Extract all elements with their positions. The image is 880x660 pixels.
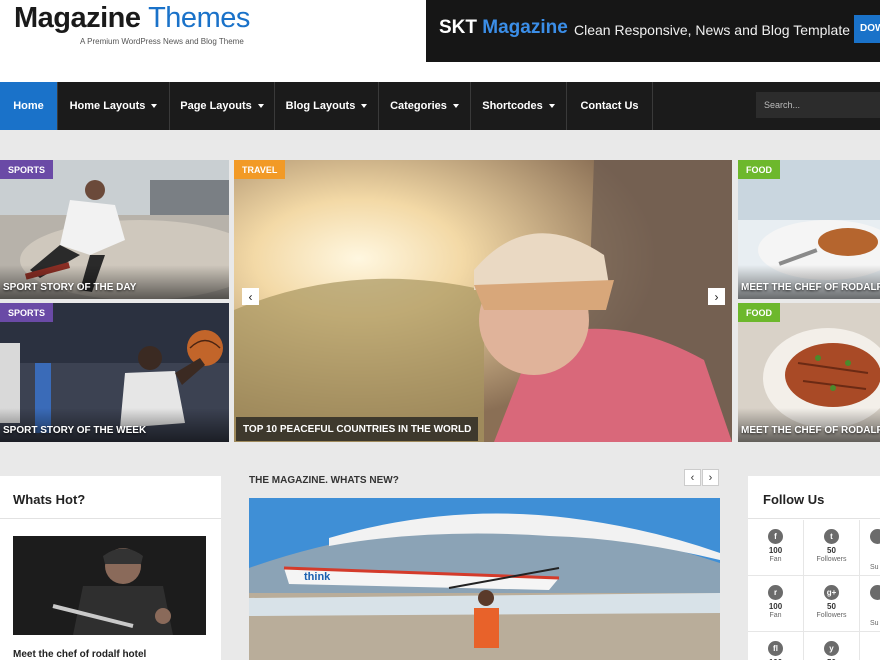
- chevron-left-icon: ‹: [248, 289, 253, 304]
- google-plus-icon: g+: [824, 585, 839, 600]
- nav-item-shortcodes[interactable]: Shortcodes: [471, 82, 567, 130]
- slider-next-button[interactable]: ›: [708, 288, 725, 305]
- social-count: 50: [827, 602, 836, 611]
- tile-caption[interactable]: MEET THE CHEF OF RODALFO: [741, 425, 880, 436]
- social-label: Followers: [816, 556, 847, 563]
- nav-item-home-layouts[interactable]: Home Layouts: [58, 82, 170, 130]
- social-label: Followers: [816, 612, 847, 619]
- whats-hot-caption[interactable]: Meet the chef of rodalf hotel: [13, 649, 146, 660]
- nav-item-home[interactable]: Home: [0, 82, 58, 130]
- social-partial[interactable]: Su: [860, 520, 880, 576]
- social-count: 50: [827, 546, 836, 555]
- site-logo[interactable]: Magazine Themes A Premium WordPress News…: [14, 2, 250, 46]
- magazine-next-button[interactable]: ›: [702, 469, 719, 486]
- banner-text: Clean Responsive, News and Blog Template: [574, 22, 851, 38]
- social-label: Su: [870, 564, 879, 571]
- banner-download-button[interactable]: DOWNLOAD: [854, 15, 880, 43]
- category-badge-food[interactable]: FOOD: [738, 303, 780, 322]
- nav-label-blog-layouts: Blog Layouts: [285, 100, 356, 112]
- nav-label-home: Home: [13, 100, 44, 112]
- nav-item-contact-us[interactable]: Contact Us: [567, 82, 653, 130]
- social-count: 100: [768, 546, 783, 555]
- nav-item-categories[interactable]: Categories: [379, 82, 471, 130]
- category-badge-food[interactable]: FOOD: [738, 160, 780, 179]
- caret-down-icon: [257, 104, 264, 108]
- logo-title: Magazine Themes: [14, 2, 250, 34]
- social-facebook[interactable]: f 100 Fan: [748, 520, 804, 576]
- nav-label-home-layouts: Home Layouts: [69, 100, 146, 112]
- featured-tile-sport-week[interactable]: SPORTS SPORT STORY OF THE WEEK: [0, 303, 229, 442]
- social-icon: [870, 529, 880, 544]
- featured-tile-food-2[interactable]: FOOD MEET THE CHEF OF RODALFO: [738, 303, 880, 442]
- magazine-prev-button[interactable]: ‹: [684, 469, 701, 486]
- featured-tile-food-1[interactable]: FOOD MEET THE CHEF OF RODALFO: [738, 160, 880, 299]
- nav-label-categories: Categories: [390, 100, 447, 112]
- caret-down-icon: [548, 104, 555, 108]
- magazine-featured-image[interactable]: think: [249, 498, 720, 660]
- social-label: Fan: [769, 556, 782, 563]
- header-banner-ad[interactable]: SKT Magazine Clean Responsive, News and …: [426, 0, 880, 62]
- tile-caption[interactable]: SPORT STORY OF THE WEEK: [3, 425, 146, 436]
- logo-main-text: Magazine: [14, 2, 141, 34]
- divider: [748, 518, 880, 519]
- social-label: Fan: [769, 612, 782, 619]
- logo-accent-text: Themes: [148, 2, 250, 34]
- divider: [0, 518, 221, 519]
- magazine-section-title: THE MAGAZINE. WHATS NEW?: [249, 475, 399, 486]
- banner-brand-skt: SKT: [439, 17, 477, 38]
- facebook-icon: f: [768, 529, 783, 544]
- category-badge-travel[interactable]: TRAVEL: [234, 160, 286, 179]
- social-count: 100: [768, 602, 783, 611]
- chevron-right-icon: ›: [714, 289, 719, 304]
- caret-down-icon: [151, 104, 158, 108]
- travel-photo: [234, 160, 732, 442]
- social-flickr[interactable]: fl 100: [748, 632, 804, 660]
- whats-hot-title: Whats Hot?: [13, 492, 86, 507]
- whats-hot-image[interactable]: [13, 536, 206, 635]
- banner-brand-magazine: Magazine: [482, 17, 568, 38]
- chevron-left-icon: ‹: [690, 471, 695, 484]
- tile-caption[interactable]: MEET THE CHEF OF RODALFO: [741, 282, 880, 293]
- social-icon: [870, 585, 880, 600]
- twitter-icon: t: [824, 529, 839, 544]
- social-rss[interactable]: r 100 Fan: [748, 576, 804, 632]
- logo-tagline: A Premium WordPress News and Blog Theme: [80, 37, 244, 46]
- slider-prev-button[interactable]: ‹: [242, 288, 259, 305]
- social-twitter[interactable]: t 50 Followers: [804, 520, 860, 576]
- tile-caption[interactable]: SPORT STORY OF THE DAY: [3, 282, 136, 293]
- youtube-icon: y: [824, 641, 839, 656]
- flickr-icon: fl: [768, 641, 783, 656]
- social-youtube[interactable]: y 50: [804, 632, 860, 660]
- kayak-beach-photo: think: [249, 498, 720, 660]
- caret-down-icon: [361, 104, 368, 108]
- musician-photo: [13, 536, 206, 635]
- main-nav: Home Home Layouts Page Layouts Blog Layo…: [0, 82, 880, 130]
- follow-us-title: Follow Us: [763, 492, 825, 507]
- social-google-plus[interactable]: g+ 50 Followers: [804, 576, 860, 632]
- kayak-brand-text: think: [304, 571, 331, 583]
- rss-icon: r: [768, 585, 783, 600]
- category-badge-sports[interactable]: SPORTS: [0, 303, 54, 322]
- search-input[interactable]: [756, 92, 880, 118]
- featured-slider-travel[interactable]: TRAVEL ‹ ›: [234, 160, 732, 442]
- nav-item-blog-layouts[interactable]: Blog Layouts: [275, 82, 379, 130]
- slider-caption[interactable]: TOP 10 PEACEFUL COUNTRIES IN THE WORLD: [236, 417, 479, 441]
- nav-label-shortcodes: Shortcodes: [482, 100, 543, 112]
- nav-label-page-layouts: Page Layouts: [180, 100, 252, 112]
- social-partial[interactable]: Su: [860, 576, 880, 632]
- category-badge-sports[interactable]: SPORTS: [0, 160, 54, 179]
- chevron-right-icon: ›: [708, 471, 713, 484]
- caret-down-icon: [452, 104, 459, 108]
- featured-tile-sport-day[interactable]: SPORTS SPORT STORY OF THE DAY: [0, 160, 229, 299]
- banner-brand: SKT Magazine: [439, 17, 568, 39]
- nav-item-page-layouts[interactable]: Page Layouts: [170, 82, 275, 130]
- site-header: Magazine Themes A Premium WordPress News…: [0, 0, 880, 82]
- nav-label-contact-us: Contact Us: [580, 100, 639, 112]
- social-label: Su: [870, 620, 879, 627]
